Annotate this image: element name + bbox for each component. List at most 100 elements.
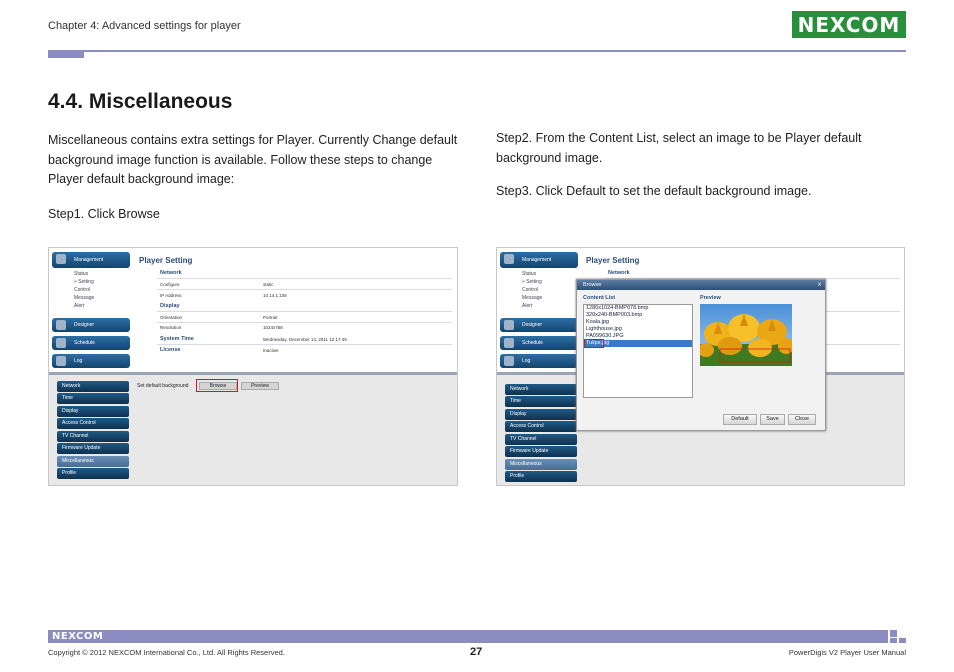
divider: [157, 311, 452, 312]
dialog-title: Browse: [583, 282, 602, 288]
preview-label: Preview: [700, 295, 721, 301]
close-button[interactable]: Close: [788, 414, 816, 425]
default-button[interactable]: Default: [723, 414, 757, 425]
sub-item-alert[interactable]: Alert: [522, 302, 578, 310]
sub-item-message[interactable]: Message: [522, 294, 578, 302]
content-list-item[interactable]: Lighthouse.jpg: [584, 326, 692, 333]
license-label: License: [160, 347, 181, 353]
content-list-item[interactable]: Koala.jpg: [584, 319, 692, 326]
display-heading: Display: [160, 303, 180, 309]
ip-address-value: 10.14.1.108: [263, 293, 287, 298]
sub-item-message[interactable]: Message: [74, 294, 130, 302]
sub-item-status[interactable]: Status: [522, 270, 578, 278]
save-button[interactable]: Save: [760, 414, 785, 425]
schedule-icon: [56, 338, 66, 348]
bottom-nav-miscellaneous[interactable]: Miscellaneous: [57, 456, 129, 467]
step3-text: Step3. Click Default to set the default …: [496, 184, 812, 198]
nav-designer[interactable]: Designer: [500, 318, 578, 332]
screenshot-select-image-step: Management Status » Setting Control Mess…: [496, 247, 905, 486]
nav-schedule[interactable]: Schedule: [52, 336, 130, 350]
configure-value: static: [263, 282, 274, 287]
browse-dialog: Browse x Content List Preview 1280x1024-…: [576, 279, 826, 431]
configure-label: Configure: [160, 282, 180, 287]
system-time-value: Wednesday, December 14, 2011 12:17:49: [263, 337, 347, 342]
highlight-box: [196, 379, 238, 392]
sub-item-status[interactable]: Status: [74, 270, 130, 278]
logo-text: NEXCOM: [797, 12, 901, 37]
nav-designer-label: Designer: [74, 322, 95, 328]
network-heading: Network: [608, 270, 630, 276]
header-accent-block: [48, 50, 84, 58]
nav-schedule-label: Schedule: [522, 340, 543, 346]
bottom-nav-time[interactable]: Time: [57, 393, 129, 404]
tulips-illustration: [700, 304, 792, 366]
player-setting-title: Player Setting: [586, 256, 640, 265]
chapter-heading: Chapter 4: Advanced settings for player: [48, 20, 241, 32]
management-icon: [56, 254, 66, 264]
bottom-nav-time[interactable]: Time: [505, 396, 577, 407]
set-default-background-label: Set default background: [137, 383, 189, 389]
footer-bar: [48, 630, 888, 643]
tulips-preview-image: [700, 304, 792, 366]
header-rule: [48, 50, 906, 52]
footer-square: [890, 630, 897, 637]
bottom-nav-network[interactable]: Network: [57, 381, 129, 392]
bottom-nav-profile[interactable]: Profile: [505, 471, 577, 482]
orientation-value: Portrait: [263, 315, 278, 320]
sub-item-control[interactable]: Control: [522, 286, 578, 294]
dialog-title-bar: Browse x: [577, 280, 825, 290]
sub-item-alert[interactable]: Alert: [74, 302, 130, 310]
license-value: Inactive: [263, 348, 279, 353]
divider: [157, 278, 452, 279]
nav-designer-label: Designer: [522, 322, 543, 328]
schedule-icon: [504, 338, 514, 348]
divider: [157, 289, 452, 290]
bottom-nav-profile[interactable]: Profile: [57, 468, 129, 479]
player-setting-title: Player Setting: [139, 256, 193, 265]
highlight-box: [584, 339, 604, 348]
bottom-nav-firmware-update[interactable]: Firmware Update: [505, 446, 577, 457]
nav-log[interactable]: Log: [52, 354, 130, 368]
nav-management[interactable]: Management: [52, 252, 130, 268]
bottom-nav-firmware-update[interactable]: Firmware Update: [57, 443, 129, 454]
nav-log-label: Log: [74, 358, 83, 364]
manual-name: PowerDigis V2 Player User Manual: [788, 648, 906, 657]
nav-designer[interactable]: Designer: [52, 318, 130, 332]
screenshot-browse-step: Management Status » Setting Control Mess…: [48, 247, 458, 486]
bottom-nav-miscellaneous[interactable]: Miscellaneous: [505, 459, 577, 470]
close-icon[interactable]: x: [818, 280, 821, 290]
nav-log[interactable]: Log: [500, 354, 578, 368]
nav-schedule[interactable]: Schedule: [500, 336, 578, 350]
network-heading: Network: [160, 270, 182, 276]
intro-paragraph: Miscellaneous contains extra settings fo…: [48, 133, 458, 186]
nav-log-label: Log: [522, 358, 531, 364]
divider: [157, 344, 452, 345]
sub-item-control[interactable]: Control: [74, 286, 130, 294]
nav-schedule-label: Schedule: [74, 340, 95, 346]
bottom-nav-access-control[interactable]: Access Control: [505, 421, 577, 432]
management-sublist: Status » Setting Control Message Alert: [52, 270, 130, 310]
footer-square: [890, 638, 897, 643]
sub-item-setting[interactable]: » Setting: [522, 278, 578, 286]
preview-button[interactable]: Preview: [241, 382, 279, 390]
player-setting-panel: Management Status » Setting Control Mess…: [49, 248, 457, 370]
ip-address-label: IP Address: [160, 293, 182, 298]
bottom-nav-network[interactable]: Network: [505, 384, 577, 395]
bottom-nav-tv-channel[interactable]: TV Channel: [57, 431, 129, 442]
nav-management[interactable]: Management: [500, 252, 578, 268]
orientation-label: Orientation: [160, 315, 183, 320]
content-list-label: Content List: [583, 295, 616, 301]
bottom-nav-access-control[interactable]: Access Control: [57, 418, 129, 429]
log-icon: [56, 356, 66, 366]
management-sublist: Status » Setting Control Message Alert: [500, 270, 578, 310]
content-list-item[interactable]: 320x240-BMP003.bmp: [584, 312, 692, 319]
settings-area: Network Time Display Access Control TV C…: [49, 372, 457, 485]
content-list[interactable]: 1280x1024-BMP078.bmp 320x240-BMP003.bmp …: [583, 304, 693, 398]
bottom-nav-display[interactable]: Display: [505, 409, 577, 420]
content-list-item[interactable]: 1280x1024-BMP078.bmp: [584, 305, 692, 312]
log-icon: [504, 356, 514, 366]
sub-item-setting[interactable]: » Setting: [74, 278, 130, 286]
nav-management-label: Management: [74, 257, 104, 263]
bottom-nav-display[interactable]: Display: [57, 406, 129, 417]
bottom-nav-tv-channel[interactable]: TV Channel: [505, 434, 577, 445]
